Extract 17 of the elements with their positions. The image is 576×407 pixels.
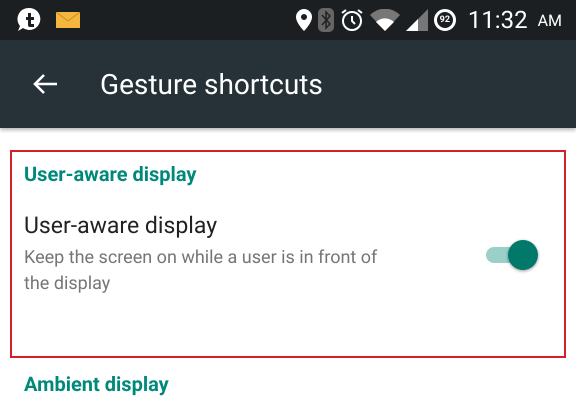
back-arrow-icon [32,73,58,95]
wifi-icon [370,9,400,31]
setting-title: User-aware display [24,212,218,239]
bluetooth-icon [318,8,334,32]
chat-bubble-icon [16,7,42,33]
alarm-clock-icon [340,8,364,32]
toggle-switch[interactable] [484,240,538,270]
screen-title: Gesture shortcuts [100,68,323,100]
battery-level: 92 [434,9,456,31]
section-header: User-aware display [24,162,196,186]
setting-summary: Keep the screen on while a user is in front of the display [24,246,378,296]
clock-time: 11:32 [468,6,528,34]
clock-meridiem: AM [538,10,562,30]
signal-icon [406,9,428,31]
location-pin-icon [296,9,312,31]
envelope-icon [56,12,80,28]
section-header: Ambient display [24,372,169,396]
